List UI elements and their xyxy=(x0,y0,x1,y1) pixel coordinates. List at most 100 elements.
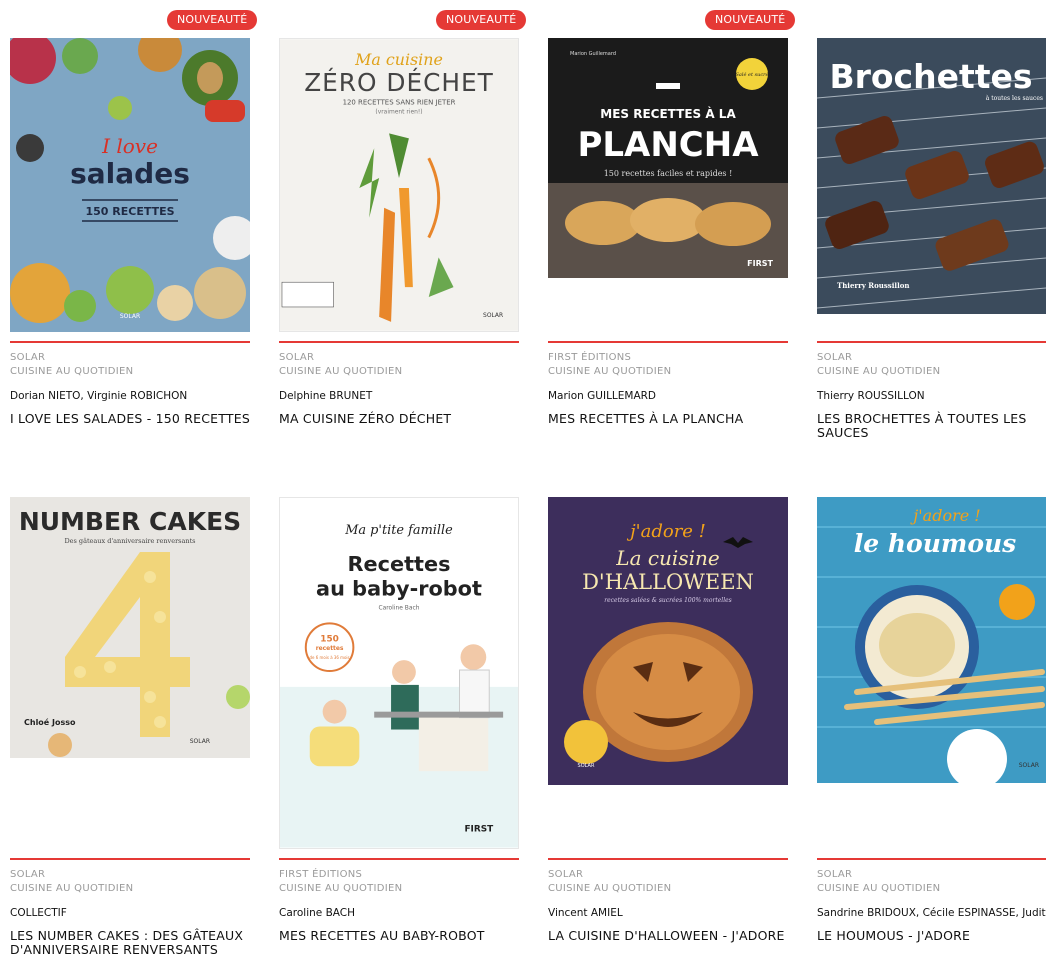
book-authors[interactable]: Caroline BACH xyxy=(279,906,519,920)
book-authors[interactable]: Delphine BRUNET xyxy=(279,389,519,403)
book-publisher[interactable]: FIRST ÉDITIONS xyxy=(548,351,788,365)
cover-imprint: FIRST xyxy=(747,259,773,268)
book-collection[interactable]: CUISINE AU QUOTIDIEN xyxy=(548,882,788,896)
cover-author: Caroline Bach xyxy=(378,605,419,612)
book-publisher[interactable]: SOLAR xyxy=(10,868,250,882)
book-card[interactable]: j'adore ! La cuisine D'HALLOWEEN recette… xyxy=(548,497,788,955)
book-cover[interactable]: j'adore ! le houmous SOLAR xyxy=(817,497,1046,783)
book-title[interactable]: LES NUMBER CAKES : DES GÂTEAUX D'ANNIVER… xyxy=(10,929,250,955)
divider xyxy=(279,341,519,343)
cover-imprint: SOLAR xyxy=(1019,762,1039,769)
cover-line4: (vraiment rien!) xyxy=(375,109,422,116)
cover-sticker1: 150 xyxy=(320,634,339,644)
new-badge: NOUVEAUTÉ xyxy=(436,10,527,30)
cover-imprint: SOLAR xyxy=(578,763,595,769)
cover-imprint: SOLAR xyxy=(483,312,503,319)
book-collection[interactable]: CUISINE AU QUOTIDIEN xyxy=(279,365,519,379)
book-publisher[interactable]: SOLAR xyxy=(817,868,1046,882)
book-card[interactable]: NOUVEAUTÉ Ma cuisine ZÉRO DÉCHET 120 REC… xyxy=(279,0,527,470)
cover-line2: le houmous xyxy=(854,529,1017,558)
book-cover[interactable]: Ma p'tite famille Recettes au baby-robot… xyxy=(279,497,519,849)
divider xyxy=(817,341,1046,343)
book-cover[interactable]: I love salades 150 RECETTES SOLAR xyxy=(10,38,250,332)
divider xyxy=(279,858,519,860)
cover-line2: La cuisine xyxy=(615,546,719,570)
book-collection[interactable]: CUISINE AU QUOTIDIEN xyxy=(279,882,519,896)
cover-line3: D'HALLOWEEN xyxy=(582,570,754,594)
book-title[interactable]: LES BROCHETTES À TOUTES LES SAUCES xyxy=(817,412,1046,440)
book-cover[interactable]: Brochettes à toutes les sauces Thierry R… xyxy=(817,38,1046,314)
book-collection[interactable]: CUISINE AU QUOTIDIEN xyxy=(817,365,1046,379)
cover-line1: Ma p'tite famille xyxy=(344,523,453,538)
book-card[interactable]: Ma p'tite famille Recettes au baby-robot… xyxy=(279,497,519,955)
new-badge: NOUVEAUTÉ xyxy=(705,10,796,30)
book-title[interactable]: LA CUISINE D'HALLOWEEN - J'ADORE xyxy=(548,929,788,943)
book-cover[interactable]: j'adore ! La cuisine D'HALLOWEEN recette… xyxy=(548,497,788,785)
cover-houmous-image: j'adore ! le houmous SOLAR xyxy=(817,497,1046,783)
book-publisher[interactable]: FIRST ÉDITIONS xyxy=(279,868,519,882)
book-collection[interactable]: CUISINE AU QUOTIDIEN xyxy=(10,365,250,379)
book-title[interactable]: MES RECETTES AU BABY-ROBOT xyxy=(279,929,519,943)
book-authors[interactable]: Vincent AMIEL xyxy=(548,906,788,920)
divider xyxy=(10,858,250,860)
cover-line1: MES RECETTES À LA xyxy=(600,106,736,121)
cover-line2: Des gâteaux d'anniversaire renversants xyxy=(64,537,195,545)
book-publisher[interactable]: SOLAR xyxy=(279,351,519,365)
cover-line2: Recettes xyxy=(348,552,451,576)
cover-line3: 150 recettes faciles et rapides ! xyxy=(604,169,733,178)
cover-line1: j'adore ! xyxy=(910,506,980,525)
book-collection[interactable]: CUISINE AU QUOTIDIEN xyxy=(817,882,1046,896)
cover-line2: ZÉRO DÉCHET xyxy=(304,68,494,97)
cover-line3: 150 RECETTES xyxy=(85,205,174,218)
book-card[interactable]: NOUVEAUTÉ Marion Guillemard Salé et sucr… xyxy=(548,0,796,470)
book-card[interactable]: Brochettes à toutes les sauces Thierry R… xyxy=(817,0,1046,470)
cover-line1: Brochettes xyxy=(829,57,1032,96)
cover-line2: PLANCHA xyxy=(577,125,759,165)
cover-brochettes-image: Brochettes à toutes les sauces Thierry R… xyxy=(817,38,1046,314)
cover-line2: à toutes les sauces xyxy=(986,95,1043,102)
cover-zero-dechet-image: Ma cuisine ZÉRO DÉCHET 120 RECETTES SANS… xyxy=(280,39,518,331)
cover-halloween-image: j'adore ! La cuisine D'HALLOWEEN recette… xyxy=(548,497,788,785)
cover-sticker2: recettes xyxy=(316,645,344,652)
cover-line4: recettes salées & sucrées 100% mortelles xyxy=(604,597,732,604)
book-card[interactable]: j'adore ! le houmous SOLAR SOLAR CUISINE… xyxy=(817,497,1046,955)
book-cover[interactable]: Ma cuisine ZÉRO DÉCHET 120 RECETTES SANS… xyxy=(279,38,519,332)
cover-imprint: SOLAR xyxy=(120,313,140,320)
book-title[interactable]: MA CUISINE ZÉRO DÉCHET xyxy=(279,412,519,426)
divider xyxy=(817,858,1046,860)
cover-sticker3: de 6 mois à 36 mois xyxy=(310,655,350,660)
cover-imprint: SOLAR xyxy=(190,738,210,745)
book-publisher[interactable]: SOLAR xyxy=(10,351,250,365)
book-cover[interactable]: NUMBER CAKES Des gâteaux d'anniversaire … xyxy=(10,497,250,758)
cover-baby-robot-image: Ma p'tite famille Recettes au baby-robot… xyxy=(280,498,518,848)
book-authors[interactable]: Sandrine BRIDOUX, Cécile ESPINASSE, Judi… xyxy=(817,906,1046,920)
cover-line1: j'adore ! xyxy=(626,521,706,542)
book-cover[interactable]: Marion Guillemard Salé et sucré MES RECE… xyxy=(548,38,788,278)
book-publisher[interactable]: SOLAR xyxy=(548,868,788,882)
book-authors[interactable]: COLLECTIF xyxy=(10,906,250,920)
cover-sticker: Salé et sucré xyxy=(735,71,768,78)
book-authors[interactable]: Thierry ROUSSILLON xyxy=(817,389,1046,403)
cover-author: Marion Guillemard xyxy=(570,51,616,57)
book-title[interactable]: LE HOUMOUS - J'ADORE xyxy=(817,929,1046,943)
book-title[interactable]: I LOVE LES SALADES - 150 RECETTES xyxy=(10,412,250,426)
cover-plancha-image: Marion Guillemard Salé et sucré MES RECE… xyxy=(548,38,788,278)
cover-line2: salades xyxy=(70,157,190,190)
book-authors[interactable]: Dorian NIETO, Virginie ROBICHON xyxy=(10,389,250,403)
cover-author: Chloé Josso xyxy=(24,717,76,727)
divider xyxy=(548,858,788,860)
book-card[interactable]: NUMBER CAKES Des gâteaux d'anniversaire … xyxy=(10,497,250,955)
book-authors[interactable]: Marion GUILLEMARD xyxy=(548,389,788,403)
cover-line3: au baby-robot xyxy=(316,577,482,601)
book-publisher[interactable]: SOLAR xyxy=(817,351,1046,365)
cover-line1: Ma cuisine xyxy=(354,50,443,69)
cover-line3: 120 RECETTES SANS RIEN JETER xyxy=(343,99,456,107)
cover-number-cakes-image: NUMBER CAKES Des gâteaux d'anniversaire … xyxy=(10,497,250,758)
divider xyxy=(548,341,788,343)
cover-line1: NUMBER CAKES xyxy=(19,507,241,536)
book-collection[interactable]: CUISINE AU QUOTIDIEN xyxy=(548,365,788,379)
cover-line1: I love xyxy=(101,134,158,158)
book-collection[interactable]: CUISINE AU QUOTIDIEN xyxy=(10,882,250,896)
book-card[interactable]: NOUVEAUTÉ I love salades 150 RECETTES SO… xyxy=(10,0,258,470)
book-title[interactable]: MES RECETTES À LA PLANCHA xyxy=(548,412,788,426)
